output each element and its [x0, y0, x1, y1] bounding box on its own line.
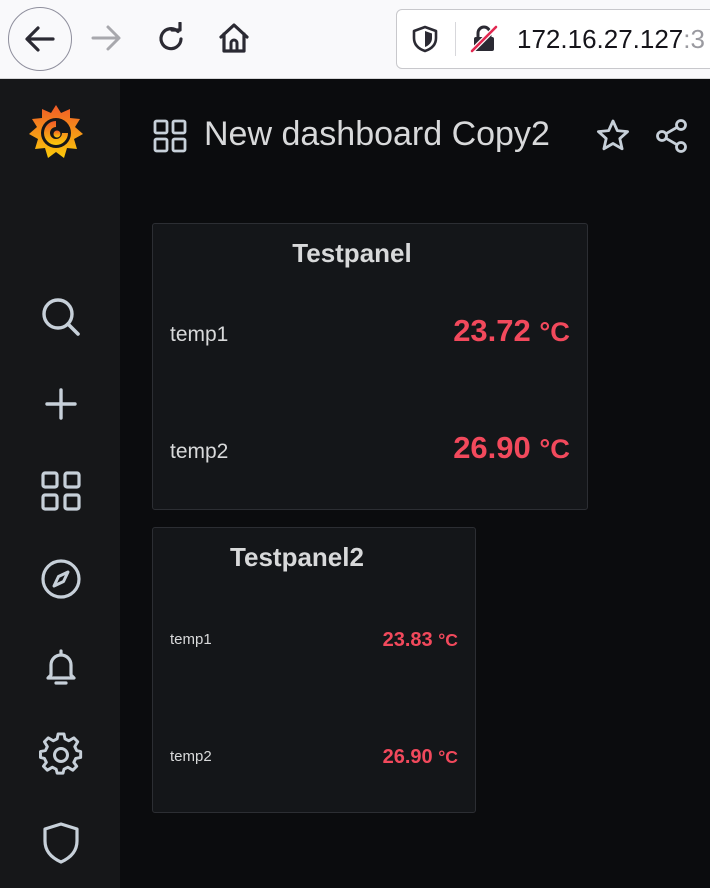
forward-button[interactable] — [86, 18, 126, 58]
arrow-left-icon — [25, 26, 55, 52]
reload-icon — [159, 22, 183, 51]
gear-icon — [39, 732, 83, 775]
insecure-lock-icon[interactable] — [469, 24, 499, 54]
apps-icon — [41, 471, 81, 511]
star-icon[interactable] — [595, 118, 631, 154]
stat-panel[interactable]: Testpanel temp1 23.72 °C temp2 26.90 °C — [152, 223, 588, 510]
sidebar-item-alerting[interactable] — [37, 643, 85, 691]
url-port: :3 — [683, 24, 705, 54]
url-text: 172.16.27.127:3 — [517, 24, 705, 54]
search-icon — [42, 298, 80, 336]
bell-icon — [46, 649, 76, 685]
stat-label: temp1 — [170, 631, 212, 648]
stat-label: temp1 — [170, 323, 229, 346]
browser-toolbar: 172.16.27.127:3 — [0, 0, 710, 79]
reload-button[interactable] — [150, 18, 192, 60]
shield-icon — [43, 822, 79, 864]
home-button[interactable] — [212, 16, 256, 60]
stat-value: 26.90 °C — [382, 746, 458, 768]
plus-icon — [45, 388, 77, 420]
stat-value: 23.72 °C — [453, 313, 570, 348]
page-title[interactable]: New dashboard Copy2 — [204, 115, 550, 154]
compass-icon — [41, 559, 81, 599]
sidebar-item-create[interactable] — [37, 380, 85, 428]
stat-unit: °C — [438, 747, 458, 767]
sidebar-item-explore[interactable] — [37, 555, 85, 603]
stat-unit: °C — [438, 630, 458, 650]
grafana-logo[interactable] — [24, 101, 88, 165]
stat-value: 26.90 °C — [453, 430, 570, 465]
home-icon — [219, 23, 249, 53]
panel-title[interactable]: Testpanel2 — [153, 542, 441, 573]
stat-label: temp2 — [170, 440, 229, 463]
sidebar — [0, 79, 120, 888]
stat-unit: °C — [539, 433, 570, 464]
stat-panel[interactable]: Testpanel2 temp1 23.83 °C temp2 26.90 °C — [152, 527, 476, 813]
grid-icon[interactable] — [152, 118, 188, 154]
sidebar-item-search[interactable] — [37, 293, 85, 341]
share-icon[interactable] — [654, 118, 690, 154]
url-separator — [455, 22, 456, 56]
arrow-right-icon — [91, 25, 121, 51]
sidebar-item-dashboards[interactable] — [37, 467, 85, 515]
stat-label: temp2 — [170, 748, 212, 765]
sidebar-item-server-admin[interactable] — [37, 819, 85, 867]
panel-title[interactable]: Testpanel — [153, 238, 551, 269]
sidebar-item-configuration[interactable] — [37, 730, 85, 778]
address-bar[interactable]: 172.16.27.127:3 — [396, 9, 710, 69]
back-button[interactable] — [8, 7, 72, 71]
stat-unit: °C — [539, 316, 570, 347]
shield-icon[interactable] — [411, 25, 439, 53]
stat-value: 23.83 °C — [382, 629, 458, 651]
